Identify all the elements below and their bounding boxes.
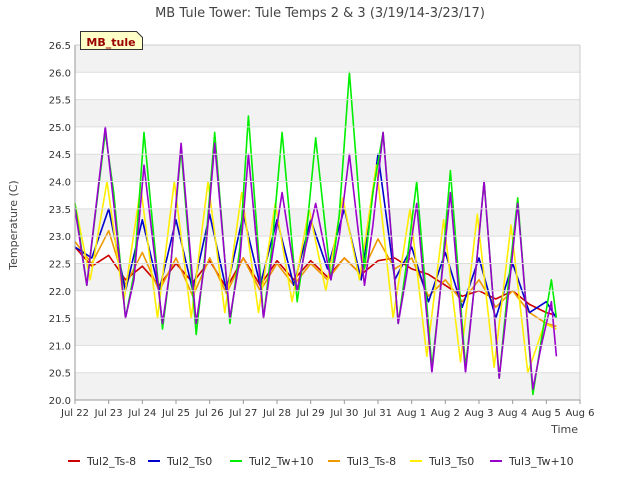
x-tick-label: Jul 27 <box>228 408 257 419</box>
legend-item: Tul3_Ts0 <box>410 455 474 468</box>
x-tick-label: Aug 5 <box>532 408 561 419</box>
y-tick-label: 21.5 <box>49 314 71 325</box>
y-tick-label: 21.0 <box>49 341 71 352</box>
legend: Tul2_Ts-8 Tul2_Ts0 Tul2_Tw+10 Tul3_Ts-8 Tul3… <box>68 455 574 468</box>
legend-label: Tul3_Ts-8 <box>346 455 396 468</box>
x-tick-label: Jul 25 <box>161 408 190 419</box>
grid-band <box>75 126 580 155</box>
legend-item: Tul2_Tw+10 <box>230 455 314 468</box>
site-label-box: MB_tule <box>80 31 143 50</box>
grid-band <box>75 72 580 100</box>
grid-band <box>75 345 580 373</box>
x-tick-label: Aug 6 <box>565 408 594 419</box>
y-tick-label: 20.5 <box>49 369 71 380</box>
y-tick-label: 24.0 <box>49 178 71 189</box>
y-axis-label: Temperature (C) <box>7 180 20 270</box>
x-tick-label: Jul 23 <box>94 408 123 419</box>
legend-label: Tul3_Tw+10 <box>508 455 574 468</box>
x-axis-label: Time <box>550 423 578 436</box>
x-tick-label: Aug 4 <box>498 408 527 419</box>
legend-label: Tul3_Ts0 <box>428 455 474 468</box>
y-tick-label: 23.5 <box>49 205 71 216</box>
grid-band <box>75 154 580 182</box>
y-tick-label: 26.5 <box>49 41 71 52</box>
y-tick-label: 23.0 <box>49 232 71 243</box>
legend-item: Tul3_Tw+10 <box>490 455 574 468</box>
legend-item: Tul3_Ts-8 <box>328 455 396 468</box>
y-tick-label: 25.0 <box>49 123 71 134</box>
y-tick-label: 20.0 <box>49 396 71 407</box>
x-tick-label: Aug 3 <box>464 408 493 419</box>
legend-label: Tul2_Ts-8 <box>86 455 136 468</box>
x-tick-label: Aug 1 <box>397 408 426 419</box>
x-tick-label: Jul 26 <box>195 408 224 419</box>
x-tick-label: Jul 30 <box>329 408 358 419</box>
grid-band <box>75 45 580 73</box>
chart-title: MB Tule Tower: Tule Temps 2 & 3 (3/19/14… <box>155 6 485 21</box>
y-tick-label: 22.0 <box>49 287 71 298</box>
x-tick-label: Jul 28 <box>262 408 291 419</box>
y-tick-label: 26.0 <box>49 68 71 79</box>
legend-item: Tul2_Ts0 <box>148 455 212 468</box>
grid-band <box>75 372 580 400</box>
site-label-text: MB_tule <box>86 36 135 49</box>
y-tick-label: 24.5 <box>49 150 71 161</box>
x-tick-label: Jul 31 <box>363 408 392 419</box>
y-tick-label: 25.5 <box>49 96 71 107</box>
grid-band <box>75 99 580 127</box>
x-tick-label: Jul 22 <box>60 408 89 419</box>
legend-item: Tul2_Ts-8 <box>68 455 136 468</box>
legend-label: Tul2_Tw+10 <box>248 455 314 468</box>
chart: MB Tule Tower: Tule Temps 2 & 3 (3/19/14… <box>7 6 595 468</box>
x-tick-label: Jul 29 <box>296 408 325 419</box>
x-tick-label: Aug 2 <box>431 408 460 419</box>
y-tick-label: 22.5 <box>49 259 71 270</box>
legend-label: Tul2_Ts0 <box>166 455 212 468</box>
x-tick-label: Jul 24 <box>127 408 156 419</box>
